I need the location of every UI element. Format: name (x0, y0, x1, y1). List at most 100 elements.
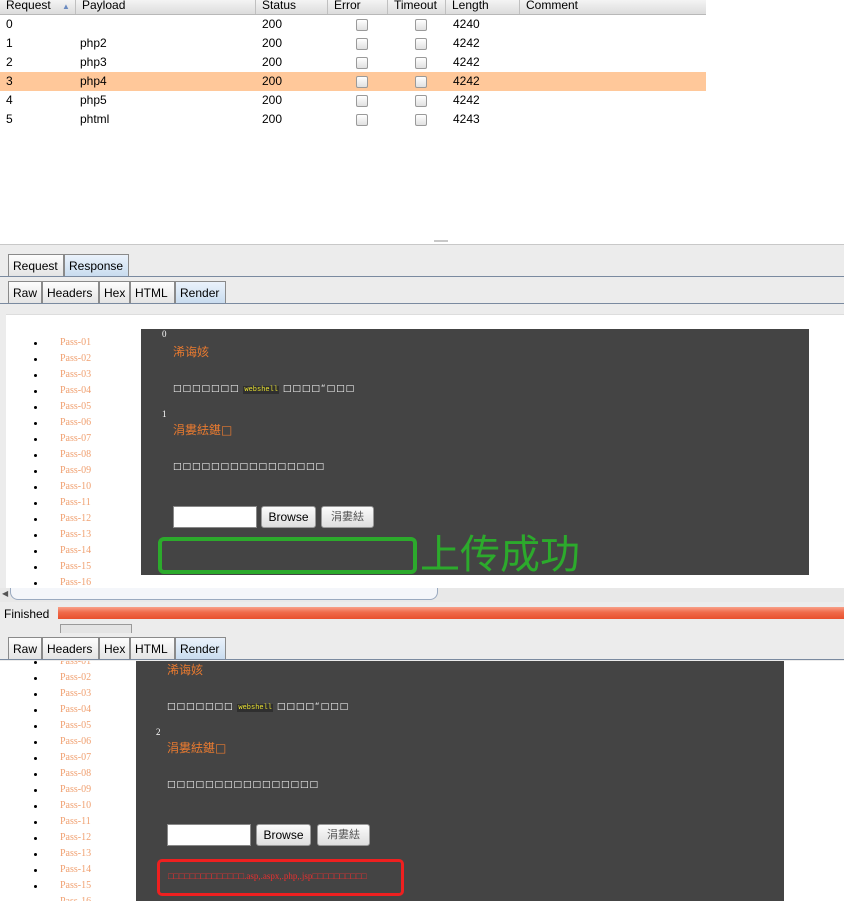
table-row-selected[interactable]: 3 php4 200 4242 (0, 72, 706, 91)
error-highlight-box (157, 859, 404, 896)
column-header-payload[interactable]: Payload (76, 0, 256, 14)
column-header-status[interactable]: Status (256, 0, 328, 14)
error-checkbox[interactable] (356, 114, 368, 126)
upload-button[interactable]: 涓婁紶 (321, 506, 374, 528)
status-bar: Finished (0, 604, 844, 624)
column-header-timeout[interactable]: Timeout (388, 0, 446, 14)
timeout-checkbox[interactable] (415, 57, 427, 69)
subtab-raw-2[interactable]: Raw (8, 637, 42, 659)
column-header-request[interactable]: Request ▲ (0, 0, 76, 14)
subtab-headers[interactable]: Headers (42, 281, 99, 303)
task-heading-2: 浠诲姟 (167, 663, 204, 677)
error-checkbox[interactable] (356, 76, 368, 88)
nav-link-pass-05[interactable]: Pass-05 (34, 718, 91, 734)
subtab-render[interactable]: Render (175, 281, 226, 303)
subtab-hex-2[interactable]: Hex (99, 637, 130, 659)
table-header: Request ▲ Payload Status Error Timeout L… (0, 0, 706, 15)
upload-heading-2: 涓婁紶鍖□ (167, 741, 227, 755)
nav-link-pass-16[interactable]: Pass-16 (34, 575, 91, 589)
nav-link-pass-14[interactable]: Pass-14 (34, 862, 91, 878)
tab-response[interactable]: Response (64, 254, 129, 276)
subtab-strip-divider-2 (0, 659, 844, 660)
nav-link-pass-09[interactable]: Pass-09 (34, 782, 91, 798)
column-header-error[interactable]: Error (328, 0, 388, 14)
tab-request[interactable]: Request (8, 254, 64, 276)
upload-description: □□□□□□□□□□□□□□□□ (173, 462, 326, 472)
timeout-checkbox[interactable] (415, 38, 427, 50)
nav-link-pass-16[interactable]: Pass-16 (34, 894, 91, 901)
table-row[interactable]: 4 php5 200 4242 (0, 91, 706, 110)
sort-ascending-icon: ▲ (62, 2, 70, 11)
nav-link-pass-06[interactable]: Pass-06 (34, 734, 91, 750)
table-row[interactable]: 0 200 4240 (0, 15, 706, 34)
error-checkbox[interactable] (356, 19, 368, 31)
upload-description-2: □□□□□□□□□□□□□□□□ (167, 780, 320, 790)
nav-link-pass-07[interactable]: Pass-07 (34, 431, 91, 447)
nav-link-pass-11[interactable]: Pass-11 (34, 495, 91, 511)
nav-link-pass-12[interactable]: Pass-12 (34, 511, 91, 527)
nav-link-pass-13[interactable]: Pass-13 (34, 846, 91, 862)
nav-link-pass-04[interactable]: Pass-04 (34, 702, 91, 718)
subtab-raw[interactable]: Raw (8, 281, 42, 303)
horizontal-scrollbar[interactable]: ◀ (0, 588, 844, 602)
subtab-headers-2[interactable]: Headers (42, 637, 99, 659)
timeout-checkbox[interactable] (415, 19, 427, 31)
nav-link-pass-01[interactable]: Pass-01 (34, 661, 91, 670)
nav-link-pass-10[interactable]: Pass-10 (34, 798, 91, 814)
timeout-checkbox[interactable] (415, 76, 427, 88)
subtab-render-2[interactable]: Render (175, 637, 226, 659)
nav-link-pass-03[interactable]: Pass-03 (34, 367, 91, 383)
nav-link-pass-10[interactable]: Pass-10 (34, 479, 91, 495)
subtab-html-2[interactable]: HTML (130, 637, 175, 659)
status-label: Finished (4, 607, 50, 621)
file-path-input-2[interactable] (167, 824, 251, 846)
nav-link-pass-08[interactable]: Pass-08 (34, 447, 91, 463)
scroll-left-icon[interactable]: ◀ (2, 589, 8, 598)
task-heading: 浠诲姟 (173, 345, 210, 359)
split-handle[interactable] (434, 240, 448, 242)
nav-link-pass-02[interactable]: Pass-02 (34, 351, 91, 367)
column-header-comment[interactable]: Comment (520, 0, 706, 14)
nav-link-pass-06[interactable]: Pass-06 (34, 415, 91, 431)
nav-link-pass-12[interactable]: Pass-12 (34, 830, 91, 846)
nav-link-pass-15[interactable]: Pass-15 (34, 559, 91, 575)
table-row[interactable]: 5 phtml 200 4243 (0, 110, 706, 129)
timeout-checkbox[interactable] (415, 95, 427, 107)
nav-link-pass-03[interactable]: Pass-03 (34, 686, 91, 702)
pass-nav-list-2: Pass-01 Pass-02 Pass-03 Pass-04 Pass-05 … (34, 661, 91, 901)
pass-nav-list: Pass-01 Pass-02 Pass-03 Pass-04 Pass-05 … (34, 335, 91, 589)
column-header-length[interactable]: Length (446, 0, 520, 14)
task-description-2: □□□□□□□ webshell □□□□“□□□ (167, 702, 350, 712)
nav-link-pass-05[interactable]: Pass-05 (34, 399, 91, 415)
nav-link-pass-08[interactable]: Pass-08 (34, 766, 91, 782)
upload-button-2[interactable]: 涓婁紶 (317, 824, 370, 846)
scrollbar-thumb[interactable] (10, 588, 438, 600)
timeout-checkbox[interactable] (415, 114, 427, 126)
upload-heading: 涓婁紶鍖□ (173, 423, 233, 437)
error-checkbox[interactable] (356, 57, 368, 69)
table-row[interactable]: 1 php2 200 4242 (0, 34, 706, 53)
browse-button[interactable]: Browse (261, 506, 316, 528)
nav-link-pass-09[interactable]: Pass-09 (34, 463, 91, 479)
render-pane-2: Pass-01 Pass-02 Pass-03 Pass-04 Pass-05 … (0, 661, 844, 901)
subtab-hex[interactable]: Hex (99, 281, 130, 303)
nav-link-pass-14[interactable]: Pass-14 (34, 543, 91, 559)
browse-button-2[interactable]: Browse (256, 824, 311, 846)
success-highlight-box (158, 537, 417, 574)
file-path-input[interactable] (173, 506, 257, 528)
nav-link-pass-07[interactable]: Pass-07 (34, 750, 91, 766)
table-row[interactable]: 2 php3 200 4242 (0, 53, 706, 72)
nav-link-pass-01[interactable]: Pass-01 (34, 335, 91, 351)
tab-strip-divider (0, 276, 844, 277)
nav-link-pass-13[interactable]: Pass-13 (34, 527, 91, 543)
success-annotation: 上传成功 (420, 532, 580, 578)
nav-link-pass-15[interactable]: Pass-15 (34, 878, 91, 894)
error-checkbox[interactable] (356, 95, 368, 107)
subtab-html[interactable]: HTML (130, 281, 175, 303)
progress-bar (58, 607, 844, 619)
nav-link-pass-04[interactable]: Pass-04 (34, 383, 91, 399)
tab-edge (60, 624, 132, 633)
nav-link-pass-11[interactable]: Pass-11 (34, 814, 91, 830)
error-checkbox[interactable] (356, 38, 368, 50)
nav-link-pass-02[interactable]: Pass-02 (34, 670, 91, 686)
